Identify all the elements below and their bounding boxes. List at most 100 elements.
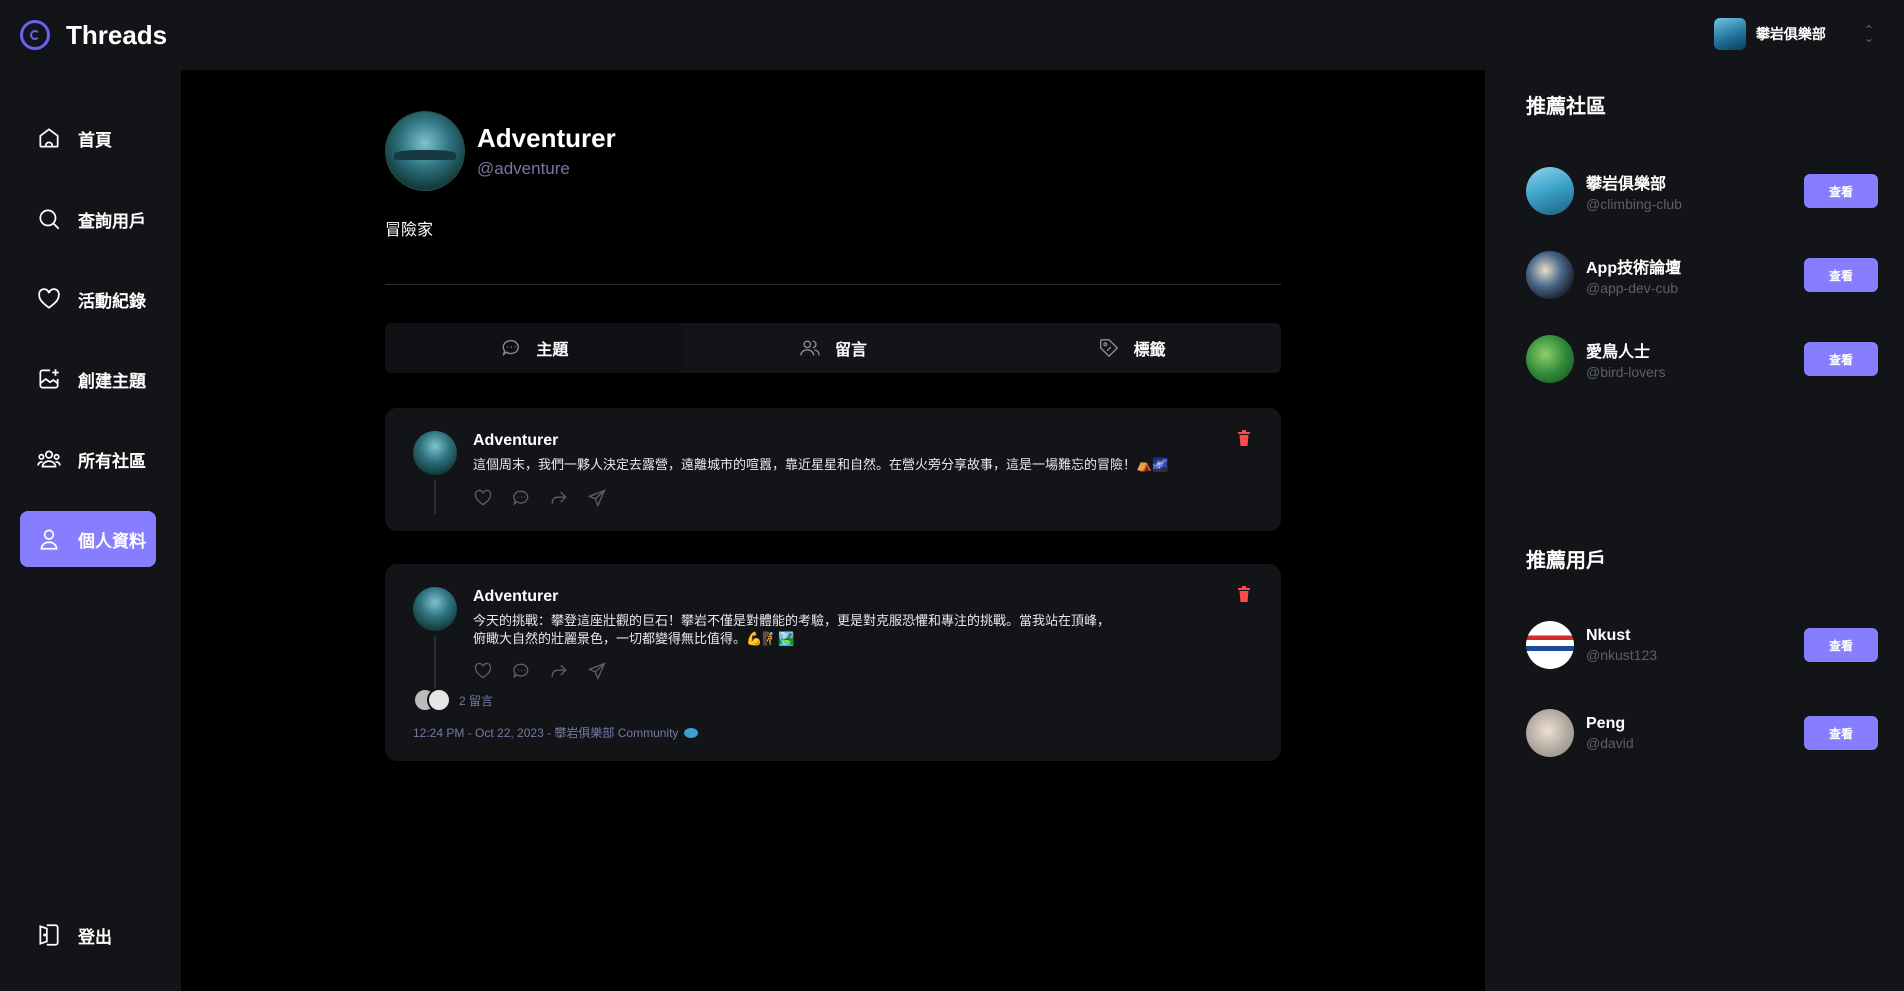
logout-label: 登出 — [78, 927, 112, 947]
right-sidebar: 推薦社區 攀岩俱樂部 @climbing-club 查看 App技術論壇 @app-… — [1485, 70, 1904, 991]
suggested-community: 攀岩俱樂部 @climbing-club 查看 — [1526, 166, 1878, 216]
post-text: 這個周末，我們一夥人決定去露營，遠離城市的喧囂，靠近星星和自然。在營火旁分享故事… — [473, 457, 1169, 472]
post-author[interactable]: Adventurer — [473, 432, 558, 450]
tag-icon — [1099, 339, 1118, 358]
tab-threads[interactable]: 主題 — [385, 323, 684, 373]
suggested-communities-title: 推薦社區 — [1526, 96, 1606, 118]
user-name: Nkust — [1586, 627, 1631, 644]
view-button[interactable]: 查看 — [1804, 174, 1878, 208]
sidebar-item-home[interactable]: 首頁 — [20, 110, 156, 166]
share-icon[interactable] — [587, 488, 607, 508]
avatar — [427, 688, 451, 712]
view-button[interactable]: 查看 — [1804, 258, 1878, 292]
organization-switcher[interactable]: 攀岩俱樂部 ⌃ ⌄ — [1713, 18, 1874, 50]
suggested-users-title: 推薦用戶 — [1526, 550, 1606, 572]
post-timestamp: 12:24 PM - Oct 22, 2023 - 攀岩俱樂部 Communit… — [413, 726, 679, 740]
post-meta: 12:24 PM - Oct 22, 2023 - 攀岩俱樂部 Communit… — [413, 724, 699, 741]
sidebar-item-label: 查詢用戶 — [78, 211, 146, 231]
delete-icon[interactable] — [1237, 430, 1251, 446]
sidebar-item-label: 個人資料 — [78, 531, 146, 551]
avatar — [1526, 251, 1574, 299]
user-name: Peng — [1586, 715, 1626, 732]
sidebar-item-label: 所有社區 — [78, 451, 146, 471]
community-handle: @climbing-club — [1586, 196, 1682, 212]
sidebar-item-communities[interactable]: 所有社區 — [20, 431, 156, 487]
sidebar-item-profile[interactable]: 個人資料 — [20, 511, 156, 567]
post-actions — [473, 661, 607, 681]
profile-tabs: 主題 留言 標籤 — [385, 323, 1281, 373]
create-icon — [39, 369, 59, 389]
profile-handle: @adventure — [477, 159, 570, 178]
suggested-user: Nkust @nkust123 查看 — [1526, 620, 1878, 670]
avatar — [1526, 621, 1574, 669]
reply-avatars — [413, 688, 451, 712]
suggested-user: Peng @david 查看 — [1526, 708, 1878, 758]
reply-icon[interactable] — [511, 661, 531, 681]
avatar — [1526, 335, 1574, 383]
search-icon — [39, 209, 60, 230]
chevron-up-down-icon: ⌃ ⌄ — [1863, 23, 1874, 45]
heart-icon[interactable] — [473, 661, 493, 681]
heart-icon — [38, 288, 60, 309]
post-text: 今天的挑戰：攀登這座壯觀的巨石！攀岩不僅是對體能的考驗，更是對克服恐懼和專注的挑… — [473, 613, 1111, 646]
threads-logo-icon — [20, 20, 50, 50]
sidebar-item-create-thread[interactable]: 創建主題 — [20, 351, 156, 407]
community-name: 愛鳥人士 — [1586, 344, 1651, 361]
profile-bio: 冒險家 — [385, 222, 434, 239]
tab-label: 留言 — [835, 342, 868, 359]
repost-icon[interactable] — [549, 488, 569, 508]
thread-line — [434, 480, 436, 514]
users-icon — [800, 340, 820, 356]
community-handle: @app-dev-cub — [1586, 280, 1679, 296]
app-logo[interactable]: Threads — [20, 20, 167, 51]
thread-card: Adventurer 今天的挑戰：攀登這座壯觀的巨石！攀岩不僅是對體能的考驗，更… — [385, 564, 1281, 761]
delete-icon[interactable] — [1237, 586, 1251, 602]
logout-icon — [39, 924, 59, 946]
reply-icon[interactable] — [511, 488, 531, 508]
sidebar-item-label: 首頁 — [78, 130, 112, 150]
user-handle: @david — [1586, 735, 1634, 751]
thread-line — [434, 636, 436, 692]
divider — [385, 284, 1281, 285]
tab-label: 主題 — [536, 342, 569, 359]
post-author[interactable]: Adventurer — [473, 588, 558, 606]
avatar[interactable] — [413, 431, 457, 475]
replies-link[interactable]: 2 留言 — [413, 688, 493, 712]
sidebar-item-label: 創建主題 — [78, 371, 146, 391]
home-icon — [39, 128, 59, 148]
community-name: App技術論壇 — [1586, 260, 1682, 277]
avatar — [1526, 167, 1574, 215]
community-icon — [37, 450, 61, 468]
top-bar: Threads 攀岩俱樂部 ⌃ ⌄ — [0, 0, 1904, 70]
logout-button[interactable]: 登出 — [20, 907, 156, 963]
suggested-community: 愛鳥人士 @bird-lovers 查看 — [1526, 334, 1878, 384]
view-button[interactable]: 查看 — [1804, 716, 1878, 750]
left-sidebar: 首頁 查詢用戶 活動紀錄 創建主題 所有社區 個人資料 登出 — [0, 70, 181, 991]
tab-label: 標籤 — [1133, 342, 1166, 359]
community-badge — [684, 727, 699, 738]
repost-icon[interactable] — [549, 661, 569, 681]
sidebar-item-activity[interactable]: 活動紀錄 — [20, 271, 156, 327]
avatar[interactable] — [413, 587, 457, 631]
share-icon[interactable] — [587, 661, 607, 681]
tab-tagged[interactable]: 標籤 — [982, 323, 1281, 373]
community-name: 攀岩俱樂部 — [1586, 176, 1667, 193]
post-actions — [473, 488, 607, 508]
org-name: 攀岩俱樂部 — [1755, 26, 1826, 42]
org-avatar — [1713, 18, 1746, 50]
community-handle: @bird-lovers — [1586, 364, 1666, 380]
view-button[interactable]: 查看 — [1804, 628, 1878, 662]
main-content: Adventurer @adventure 冒險家 主題 留言 標籤 Adven… — [181, 70, 1485, 991]
sidebar-item-label: 活動紀錄 — [78, 291, 146, 311]
avatar — [1526, 709, 1574, 757]
user-icon — [40, 529, 58, 550]
suggested-community: App技術論壇 @app-dev-cub 查看 — [1526, 250, 1878, 300]
tab-replies[interactable]: 留言 — [684, 323, 983, 373]
sidebar-item-search[interactable]: 查詢用戶 — [20, 191, 156, 247]
view-button[interactable]: 查看 — [1804, 342, 1878, 376]
user-handle: @nkust123 — [1586, 647, 1658, 663]
thread-card: Adventurer 這個周末，我們一夥人決定去露營，遠離城市的喧囂，靠近星星和… — [385, 408, 1281, 531]
reply-count: 2 留言 — [459, 693, 494, 708]
heart-icon[interactable] — [473, 488, 493, 508]
profile-name: Adventurer — [477, 123, 616, 153]
